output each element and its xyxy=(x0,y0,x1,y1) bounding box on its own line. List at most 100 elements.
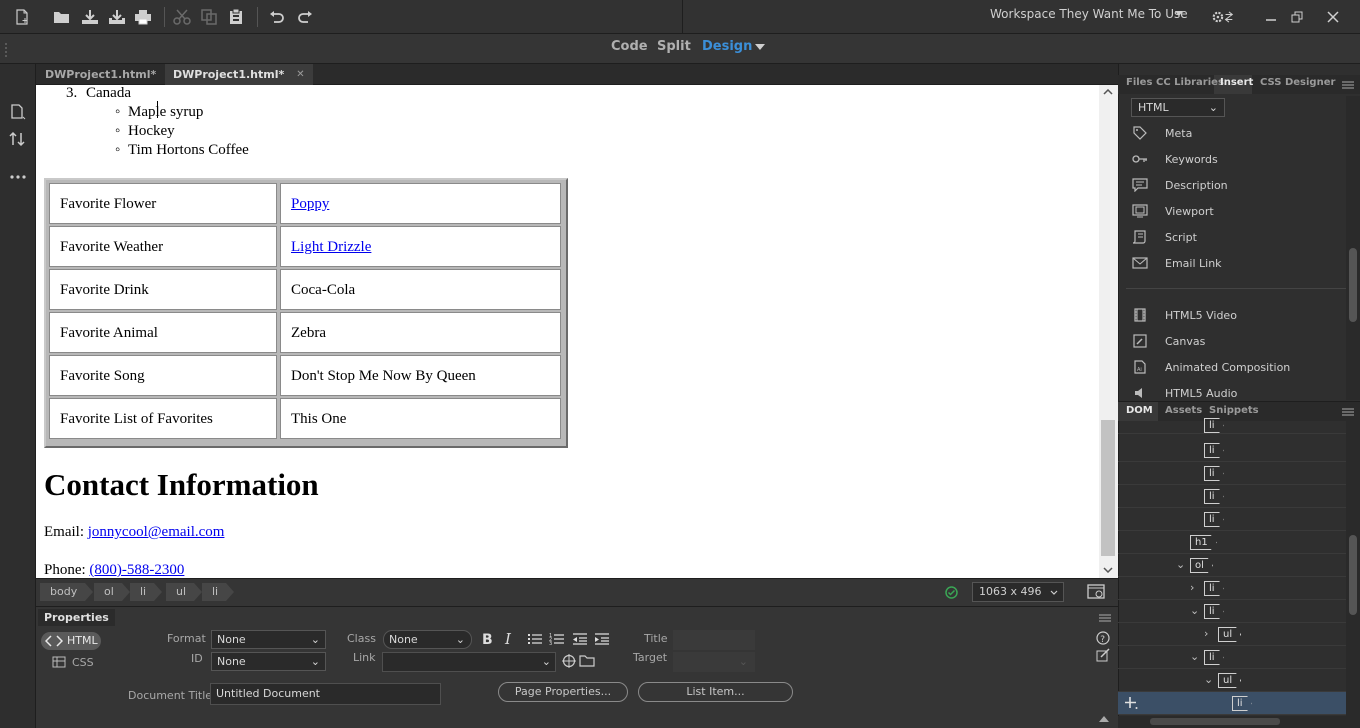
sync-settings-icon[interactable] xyxy=(1212,6,1234,28)
collapse-node-icon[interactable]: ⌄ xyxy=(1190,604,1199,617)
view-options-chevron-icon[interactable] xyxy=(755,44,765,50)
email-line[interactable]: Email: jonnycool@email.com xyxy=(44,523,224,541)
sub-list-item[interactable]: Tim Hortons Coffee xyxy=(128,141,249,159)
live-view-options-icon[interactable] xyxy=(1087,584,1105,600)
scroll-down-icon[interactable] xyxy=(1103,567,1113,573)
insert-item-html5-video[interactable]: HTML5 Video xyxy=(1131,306,1237,324)
close-icon[interactable] xyxy=(1322,6,1344,28)
file-management-icon[interactable] xyxy=(10,104,26,120)
close-tab-icon[interactable]: ✕ xyxy=(296,69,304,80)
class-select[interactable]: None ⌄ xyxy=(383,630,472,649)
collapse-node-icon[interactable]: ⌄ xyxy=(1204,673,1213,686)
dom-node-row[interactable]: li xyxy=(1118,485,1346,508)
table-cell-label[interactable]: Favorite Weather xyxy=(49,226,277,267)
dom-node-row[interactable]: li xyxy=(1118,462,1346,485)
title-input[interactable] xyxy=(673,630,755,650)
dom-node-row[interactable]: ⌄ ol xyxy=(1118,554,1346,577)
id-select[interactable]: None ⌄ xyxy=(211,652,326,671)
browse-folder-icon[interactable] xyxy=(579,654,595,667)
restore-icon[interactable] xyxy=(1286,6,1308,28)
dom-node-row-selected[interactable]: li xyxy=(1118,692,1346,715)
italic-icon[interactable]: I xyxy=(503,632,517,646)
contact-heading[interactable]: Contact Information xyxy=(44,467,319,503)
paste-icon[interactable] xyxy=(225,6,247,28)
code-view-button[interactable]: Code xyxy=(611,39,648,54)
bold-icon[interactable]: B xyxy=(481,632,495,646)
dom-node-row[interactable]: › li xyxy=(1118,577,1346,600)
page-properties-button[interactable]: Page Properties... xyxy=(498,682,628,702)
favorites-table[interactable]: Favorite Flower Poppy Favorite Weather L… xyxy=(44,178,568,448)
panel-menu-icon[interactable] xyxy=(1342,408,1354,416)
point-to-file-icon[interactable] xyxy=(562,654,576,668)
collapse-panel-icon[interactable] xyxy=(1099,716,1109,722)
table-cell-value[interactable]: Zebra xyxy=(280,312,561,353)
copy-icon[interactable] xyxy=(198,6,220,28)
document-title-input[interactable]: Untitled Document xyxy=(210,683,441,705)
validation-ok-icon[interactable] xyxy=(945,586,958,599)
scrollbar-thumb[interactable] xyxy=(1349,248,1357,322)
collapse-node-icon[interactable]: ⌄ xyxy=(1190,650,1199,663)
help-icon[interactable]: ? xyxy=(1096,631,1110,645)
redo-icon[interactable] xyxy=(294,6,316,28)
workspace-switcher[interactable]: Workspace They Want Me To Use xyxy=(990,6,1188,22)
expand-node-icon[interactable]: › xyxy=(1190,581,1194,594)
cut-icon[interactable] xyxy=(171,6,193,28)
scroll-up-icon[interactable] xyxy=(1103,89,1113,95)
link-input[interactable]: ⌄ xyxy=(382,652,556,672)
table-cell-label[interactable]: Favorite Song xyxy=(49,355,277,396)
dom-node-row[interactable]: › ul xyxy=(1118,623,1346,646)
design-view-button[interactable]: Design xyxy=(702,39,752,54)
breadcrumb-li[interactable]: li xyxy=(130,583,163,601)
sub-list-item[interactable]: Hockey xyxy=(128,122,175,140)
list-item[interactable]: Canada xyxy=(86,85,131,102)
insert-category-select[interactable]: HTML ⌄ xyxy=(1131,98,1225,117)
insert-item-keywords[interactable]: Keywords xyxy=(1131,150,1218,168)
phone-link[interactable]: (800)-588-2300 xyxy=(89,562,184,578)
dom-node-row[interactable]: li xyxy=(1118,508,1346,531)
table-cell-value[interactable]: Poppy xyxy=(280,183,561,224)
tab-dom[interactable]: DOM xyxy=(1126,405,1153,416)
email-link[interactable]: jonnycool@email.com xyxy=(88,524,225,540)
save-icon[interactable] xyxy=(79,6,101,28)
tab-assets[interactable]: Assets xyxy=(1165,405,1202,416)
document-tab[interactable]: DWProject1.html* ✕ xyxy=(37,64,185,85)
list-item-button[interactable]: List Item... xyxy=(638,682,793,702)
insert-item-animated-composition[interactable]: Ai Animated Composition xyxy=(1131,358,1290,376)
dom-node-row[interactable]: ⌄ li xyxy=(1118,600,1346,623)
table-cell-label[interactable]: Favorite List of Favorites xyxy=(49,398,277,439)
tab-files[interactable]: Files xyxy=(1126,77,1152,88)
undo-icon[interactable] xyxy=(266,6,288,28)
insert-item-viewport[interactable]: Viewport xyxy=(1131,202,1214,220)
more-options-icon[interactable] xyxy=(10,174,26,180)
tab-css-designer[interactable]: CSS Designer xyxy=(1260,77,1335,88)
print-icon[interactable] xyxy=(132,6,154,28)
breadcrumb-body[interactable]: body xyxy=(40,583,94,601)
indent-icon[interactable] xyxy=(594,632,610,646)
dom-node-row[interactable]: li xyxy=(1118,417,1346,434)
sort-arrows-icon[interactable] xyxy=(9,131,27,147)
scrollbar-thumb[interactable] xyxy=(1150,718,1280,725)
format-select[interactable]: None ⌄ xyxy=(211,630,326,649)
insert-item-meta[interactable]: Meta xyxy=(1131,124,1192,142)
tab-insert[interactable]: Insert xyxy=(1220,77,1253,88)
table-cell-label[interactable]: Favorite Flower xyxy=(49,183,277,224)
scrollbar-thumb[interactable] xyxy=(1101,420,1115,556)
sub-list-item[interactable]: Maple syrup xyxy=(128,103,203,121)
phone-line[interactable]: Phone: (800)-588-2300 xyxy=(44,561,184,578)
table-cell-value[interactable]: This One xyxy=(280,398,561,439)
add-element-icon[interactable] xyxy=(1124,696,1138,710)
breadcrumb-ol[interactable]: ol xyxy=(94,583,130,601)
chevron-down-icon[interactable] xyxy=(1175,11,1183,16)
insert-item-html5-audio[interactable]: HTML5 Audio xyxy=(1131,384,1237,402)
quick-tag-editor-icon[interactable] xyxy=(1096,648,1110,662)
split-view-button[interactable]: Split xyxy=(657,39,691,54)
collapse-node-icon[interactable]: ⌄ xyxy=(1176,558,1185,571)
new-document-icon[interactable] xyxy=(11,6,33,28)
panel-menu-icon[interactable] xyxy=(1342,81,1354,89)
target-select[interactable]: ⌄ xyxy=(673,652,755,672)
unordered-list-icon[interactable] xyxy=(527,632,543,646)
scrollbar-thumb[interactable] xyxy=(1349,535,1357,615)
table-cell-label[interactable]: Favorite Animal xyxy=(49,312,277,353)
dom-node-row[interactable]: h1 xyxy=(1118,531,1346,554)
table-cell-label[interactable]: Favorite Drink xyxy=(49,269,277,310)
